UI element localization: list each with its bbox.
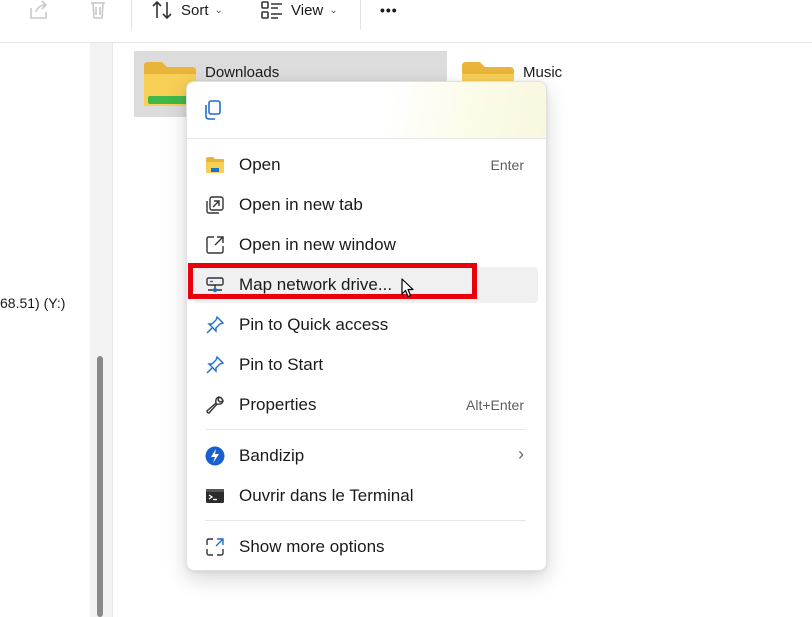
menu-item-pin-quick-access[interactable]: Pin to Quick access xyxy=(193,307,538,343)
menu-item-pin-to-start[interactable]: Pin to Start xyxy=(193,347,538,383)
menu-item-label: Show more options xyxy=(239,537,385,556)
view-button[interactable]: View ⌄ xyxy=(261,0,338,20)
menu-item-label: Pin to Start xyxy=(239,355,324,374)
show-more-icon xyxy=(206,538,224,556)
network-drive-icon xyxy=(206,277,224,293)
share-button[interactable] xyxy=(28,0,50,20)
menu-item-show-more-options[interactable]: Show more options xyxy=(193,529,538,565)
sort-button[interactable]: Sort ⌄ xyxy=(151,0,223,20)
pin-icon xyxy=(206,355,225,374)
menu-divider xyxy=(205,520,526,521)
menu-divider xyxy=(205,429,526,430)
nav-scrollbar-thumb[interactable] xyxy=(97,356,103,617)
nav-divider xyxy=(112,43,113,617)
menu-item-label: Map network drive... xyxy=(239,275,393,294)
wrench-icon xyxy=(206,396,224,414)
more-options-button[interactable]: ••• xyxy=(380,0,398,20)
menu-item-open-terminal[interactable]: Ouvrir dans le Terminal xyxy=(193,478,538,514)
submenu-chevron-icon: › xyxy=(518,444,524,464)
toolbar-divider xyxy=(360,0,361,30)
more-icon: ••• xyxy=(380,2,398,18)
context-menu-quick-actions xyxy=(187,82,546,138)
menu-item-label: Pin to Quick access xyxy=(239,315,389,334)
delete-button[interactable] xyxy=(88,0,108,20)
trash-icon xyxy=(91,2,105,19)
folder-label: Music xyxy=(523,64,563,81)
menu-item-open[interactable]: Open Enter xyxy=(193,147,538,183)
sort-label: Sort xyxy=(181,1,209,19)
menu-item-map-network-drive[interactable]: Map network drive... xyxy=(193,267,538,303)
view-list-icon xyxy=(261,1,282,19)
menu-item-label: Ouvrir dans le Terminal xyxy=(239,486,414,505)
menu-item-properties[interactable]: Properties Alt+Enter xyxy=(193,387,538,423)
command-bar: Sort ⌄ View ⌄ ••• xyxy=(0,0,812,43)
menu-item-label: Open xyxy=(239,155,281,174)
menu-item-bandizip[interactable]: Bandizip › xyxy=(193,438,538,474)
new-window-icon xyxy=(206,236,224,254)
nav-drive-label[interactable]: 68.51) (Y:) xyxy=(0,295,65,311)
view-label: View xyxy=(291,1,324,19)
folder-label: Downloads xyxy=(205,64,280,81)
menu-item-open-new-tab[interactable]: Open in new tab xyxy=(193,187,538,223)
new-tab-icon xyxy=(206,196,224,214)
menu-item-label: Open in new tab xyxy=(239,195,363,214)
menu-divider xyxy=(187,138,546,139)
toolbar-divider xyxy=(131,0,132,30)
pin-icon xyxy=(206,315,225,334)
menu-item-open-new-window[interactable]: Open in new window xyxy=(193,227,538,263)
mouse-cursor-icon xyxy=(401,278,414,298)
share-icon xyxy=(30,0,48,19)
menu-item-label: Open in new window xyxy=(239,235,396,254)
copy-icon xyxy=(205,100,221,120)
terminal-icon xyxy=(206,489,224,503)
chevron-down-icon: ⌄ xyxy=(214,4,223,16)
copy-button[interactable] xyxy=(201,98,227,124)
sort-icon xyxy=(152,1,172,19)
chevron-down-icon: ⌄ xyxy=(329,4,338,16)
bandizip-icon xyxy=(205,446,225,466)
folder-icon xyxy=(206,157,224,173)
menu-item-label: Bandizip xyxy=(239,446,305,465)
menu-item-shortcut: Alt+Enter xyxy=(466,397,524,413)
menu-item-shortcut: Enter xyxy=(490,157,524,173)
menu-item-label: Properties xyxy=(239,395,317,414)
context-menu: Open Enter Open in new tab Open in new w… xyxy=(186,81,547,571)
